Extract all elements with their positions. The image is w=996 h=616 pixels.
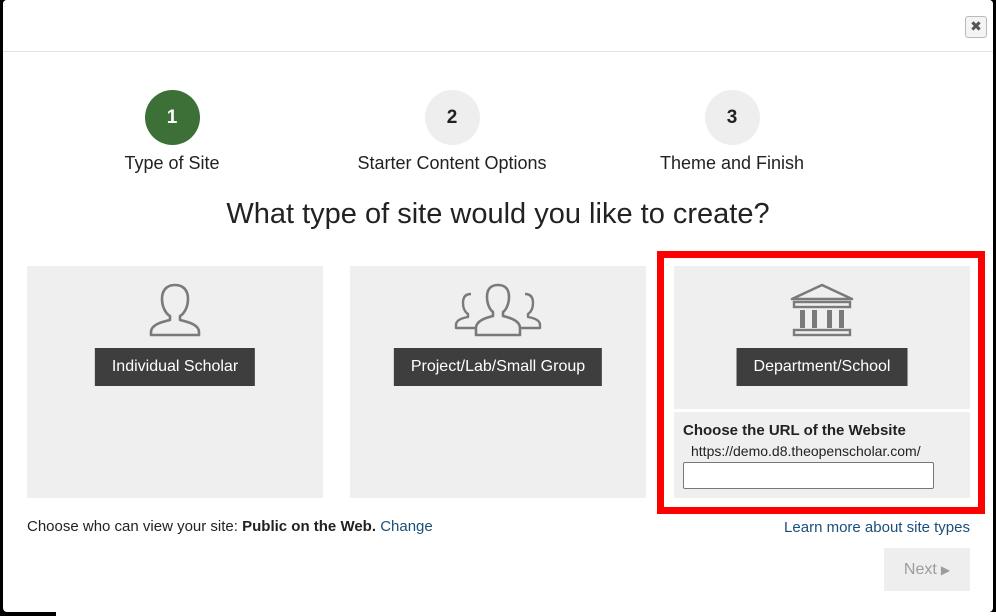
next-label: Next <box>903 561 937 578</box>
url-divider <box>674 409 970 412</box>
site-type-project-lab-small-group[interactable]: Project/Lab/Small Group <box>350 266 646 498</box>
page-title: What type of site would you like to crea… <box>226 198 770 230</box>
change-privacy-link[interactable]: Change <box>380 518 433 535</box>
privacy-value: Public on the Web. <box>242 518 377 535</box>
url-label: Choose the URL of the Website <box>683 422 906 439</box>
learn-more-link[interactable]: Learn more about site types <box>784 519 970 536</box>
site-url-input[interactable] <box>683 462 934 489</box>
step-3: 3 Theme and Finish <box>602 90 862 174</box>
privacy-setting: Choose who can view your site: Public on… <box>27 518 433 535</box>
building-icon <box>674 282 970 343</box>
project-lab-small-group-button[interactable]: Project/Lab/Small Group <box>393 348 603 386</box>
department-school-button[interactable]: Department/School <box>736 348 908 386</box>
background-strip <box>56 612 996 616</box>
create-site-dialog: ✖ 1 Type of Site 2 Starter Content Optio… <box>3 0 993 612</box>
base-url: https://demo.d8.theopenscholar.com/ <box>691 443 921 459</box>
step-2-number: 2 <box>424 90 480 145</box>
group-icon <box>350 282 646 343</box>
next-button[interactable]: Next ▶ <box>884 548 970 591</box>
individual-scholar-button[interactable]: Individual Scholar <box>94 348 256 386</box>
site-type-individual-scholar[interactable]: Individual Scholar <box>27 266 323 498</box>
privacy-prefix: Choose who can view your site: <box>27 518 238 535</box>
step-1-label: Type of Site <box>124 153 220 173</box>
play-arrow-icon: ▶ <box>940 563 951 577</box>
step-3-label: Theme and Finish <box>659 153 805 173</box>
step-1-number: 1 <box>144 90 200 145</box>
step-2: 2 Starter Content Options <box>322 90 582 174</box>
step-2-label: Starter Content Options <box>357 153 547 173</box>
close-icon: ✖ <box>970 19 982 35</box>
step-1: 1 Type of Site <box>42 90 302 174</box>
department-school-option[interactable]: Department/School <box>674 266 970 409</box>
site-type-department-school: Department/School Choose the URL of the … <box>674 266 970 498</box>
close-button[interactable]: ✖ <box>965 16 987 38</box>
person-icon <box>27 282 323 343</box>
dialog-header: ✖ <box>3 0 993 52</box>
step-3-number: 3 <box>704 90 760 145</box>
url-section: Choose the URL of the Website https://de… <box>683 422 963 489</box>
